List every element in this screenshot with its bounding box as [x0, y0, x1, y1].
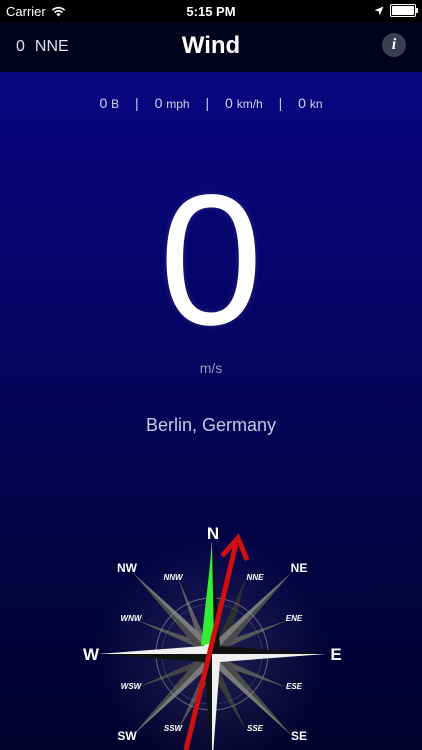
- kmh-value: 0: [225, 95, 233, 111]
- location-label: Berlin, Germany: [145, 415, 277, 435]
- compass-label-wsw: WSW: [121, 682, 143, 691]
- location-arrow-icon: [374, 6, 384, 15]
- wind-speed-unit: m/s: [199, 360, 223, 376]
- beaufort-unit: B: [111, 97, 120, 111]
- battery-icon: [390, 4, 418, 17]
- page-title: Wind: [181, 32, 241, 59]
- compass-label-w: W: [83, 645, 100, 664]
- status-right: [374, 4, 418, 17]
- status-time: 5:15 PM: [186, 4, 236, 19]
- status-bar: Carrier 5:15 PM: [0, 0, 422, 22]
- compass-label-ese: ESE: [286, 682, 303, 691]
- compass-rose: N E W NE NW SE SW NNE NNW ENE WNW ESE WS…: [83, 524, 342, 750]
- kmh-unit: km/h: [236, 97, 263, 111]
- knots-unit: kn: [309, 97, 323, 111]
- compass-label-ne: NE: [291, 561, 308, 575]
- compass-label-ssw: SSW: [164, 724, 184, 733]
- compass-label-e: E: [330, 645, 341, 664]
- mph-value: 0: [154, 95, 163, 111]
- nav-bar: 0 NNE Wind i: [0, 22, 422, 72]
- compass-label-se: SE: [291, 729, 307, 743]
- compass-label-nne: NNE: [247, 573, 265, 582]
- wind-speed-value: 0: [159, 157, 263, 364]
- compass-label-sw: SW: [117, 729, 137, 743]
- compass-label-sse: SSE: [247, 724, 264, 733]
- compass-label-nnw: NNW: [163, 573, 184, 582]
- info-button[interactable]: i: [382, 33, 406, 57]
- knots-value: 0: [298, 95, 306, 111]
- compass-label-nw: NW: [117, 561, 138, 575]
- compass-label-ene: ENE: [286, 614, 303, 623]
- units-separator: |: [205, 95, 210, 111]
- compass-label-wnw: WNW: [121, 614, 143, 623]
- units-separator: |: [278, 95, 283, 111]
- mph-unit: mph: [166, 97, 190, 111]
- units-row: 0 B | 0 mph | 0 km/h | 0 kn: [0, 95, 422, 111]
- compass-label-n: N: [207, 524, 219, 543]
- beaufort-value: 0: [99, 95, 108, 111]
- units-separator: |: [135, 95, 139, 111]
